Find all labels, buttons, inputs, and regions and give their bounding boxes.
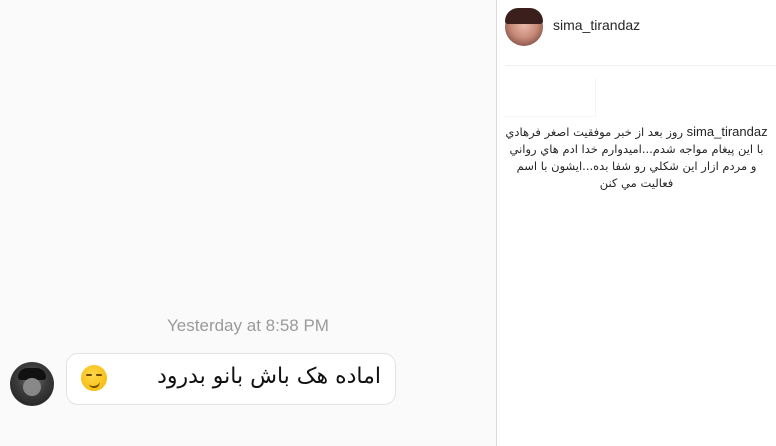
sender-avatar[interactable] [10, 362, 54, 406]
message-bubble[interactable]: اماده هک باش بانو بدرود [66, 353, 396, 405]
smirking-face-emoji-icon [81, 365, 107, 391]
message-text: اماده هک باش بانو بدرود [157, 364, 381, 389]
face-icon [23, 378, 41, 396]
direct-message-thread: Yesterday at 8:58 PM اماده هک باش بانو ب… [0, 0, 496, 446]
hair-icon [505, 8, 543, 24]
profile-avatar[interactable] [505, 8, 543, 46]
emoji-right-eye [96, 374, 102, 376]
message-timestamp: Yesterday at 8:58 PM [167, 316, 329, 335]
post-caption: sima_tirandaz روز بعد از خبر موفقيت اصغر… [505, 123, 768, 192]
post-username[interactable]: sima_tirandaz [553, 17, 640, 33]
post-sidebar: sima_tirandaz sima_tirandaz روز بعد از خ… [496, 0, 776, 446]
header-divider [505, 65, 776, 66]
emoji-mouth [88, 381, 101, 389]
faint-placeholder-box [503, 78, 596, 117]
caption-username[interactable]: sima_tirandaz [687, 124, 768, 139]
emoji-left-eye [86, 374, 92, 376]
